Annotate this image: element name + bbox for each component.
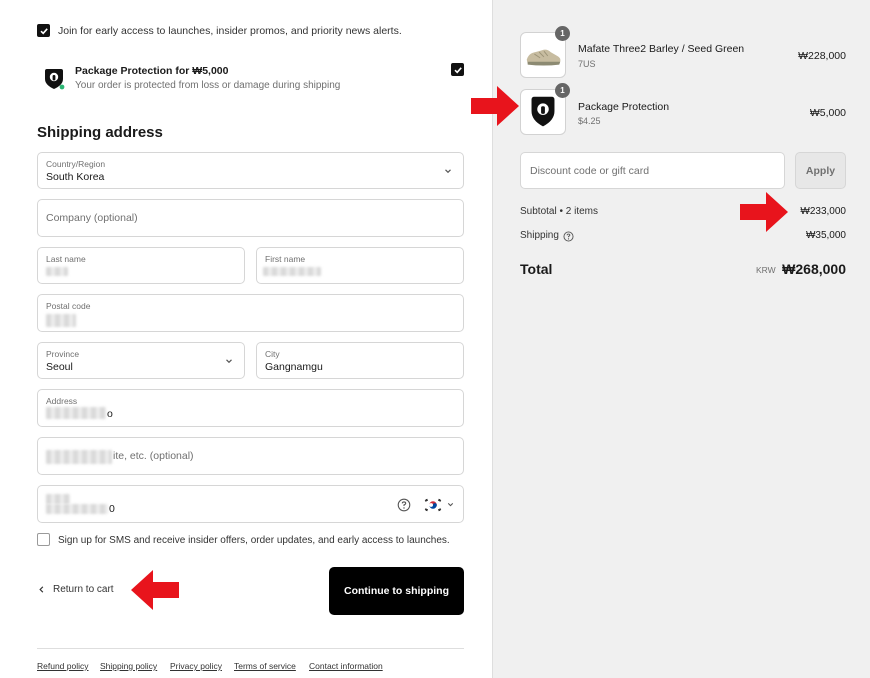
country-value: South Korea bbox=[46, 171, 105, 183]
footer-link-privacy-policy[interactable]: Privacy policy bbox=[170, 661, 222, 671]
redacted-value bbox=[46, 504, 108, 514]
sms-checkbox[interactable] bbox=[37, 533, 50, 546]
chevron-down-icon bbox=[226, 359, 232, 364]
item-price: ₩5,000 bbox=[809, 107, 846, 119]
return-to-cart-label: Return to cart bbox=[53, 584, 114, 595]
discount-placeholder: Discount code or gift card bbox=[530, 165, 650, 177]
city-label: City bbox=[265, 349, 280, 359]
postal-code-input[interactable]: Postal code bbox=[37, 294, 464, 332]
item-name: Mafate Three2 Barley / Seed Green bbox=[578, 43, 745, 55]
chevron-down-icon bbox=[445, 169, 451, 174]
footer-link-terms-of-service[interactable]: Terms of service bbox=[234, 661, 296, 671]
shipping-heading: Shipping address bbox=[37, 124, 163, 141]
newsletter-checkbox[interactable] bbox=[37, 24, 50, 37]
footer-link-shipping-policy[interactable]: Shipping policy bbox=[100, 661, 157, 671]
redacted-value bbox=[46, 494, 70, 504]
subtotal-label: Subtotal • 2 items bbox=[520, 206, 598, 217]
item-variant: 7US bbox=[578, 59, 596, 69]
last-name-input[interactable]: Last name bbox=[37, 247, 245, 284]
redacted-value bbox=[46, 267, 68, 276]
annotation-arrow-left-icon bbox=[131, 570, 179, 610]
subtotal-value: ₩233,000 bbox=[800, 206, 846, 217]
footer-link-contact-information[interactable]: Contact information bbox=[309, 661, 383, 671]
chevron-left-icon bbox=[39, 586, 44, 593]
province-select[interactable]: Province Seoul bbox=[37, 342, 245, 379]
apply-button[interactable]: Apply bbox=[795, 152, 846, 189]
help-circle-icon[interactable] bbox=[563, 231, 574, 242]
protection-checkbox[interactable] bbox=[451, 63, 464, 76]
footer-divider bbox=[37, 648, 464, 649]
currency-code: KRW bbox=[756, 265, 776, 275]
checkout-form-panel: Join for early access to launches, insid… bbox=[0, 0, 492, 678]
city-input[interactable]: City Gangnamgu bbox=[256, 342, 464, 379]
item-name: Package Protection bbox=[578, 101, 670, 113]
protection-title: Package Protection for ₩5,000 bbox=[75, 65, 229, 77]
total-label: Total bbox=[520, 261, 553, 277]
quantity-badge: 1 bbox=[555, 26, 570, 41]
sms-label: Sign up for SMS and receive insider offe… bbox=[58, 535, 450, 546]
shipping-value: ₩35,000 bbox=[805, 230, 846, 241]
apartment-placeholder: ite, etc. (optional) bbox=[113, 450, 194, 462]
address-input[interactable]: Address o bbox=[37, 389, 464, 427]
company-input[interactable]: Company (optional) bbox=[37, 199, 464, 237]
product-thumbnail: 1 bbox=[520, 26, 570, 78]
newsletter-label: Join for early access to launches, insid… bbox=[58, 25, 402, 37]
country-code-select[interactable] bbox=[423, 496, 457, 514]
help-circle-icon[interactable] bbox=[397, 498, 411, 512]
country-label: Country/Region bbox=[46, 159, 106, 169]
total-value: ₩268,000 bbox=[782, 261, 846, 277]
redacted-value bbox=[46, 314, 76, 327]
country-select[interactable]: Country/Region South Korea bbox=[37, 152, 464, 189]
annotation-arrow-right-icon bbox=[740, 192, 788, 232]
korea-flag-icon bbox=[423, 498, 443, 512]
province-label: Province bbox=[46, 349, 80, 359]
annotation-arrow-right-icon bbox=[471, 86, 519, 126]
product-thumbnail: 1 bbox=[520, 83, 570, 135]
last-name-label: Last name bbox=[46, 254, 86, 264]
check-icon bbox=[39, 27, 48, 34]
continue-to-shipping-button[interactable]: Continue to shipping bbox=[329, 567, 464, 615]
company-placeholder: Company (optional) bbox=[46, 212, 138, 224]
phone-input[interactable]: 0 bbox=[37, 485, 464, 523]
discount-code-input[interactable]: Discount code or gift card bbox=[520, 152, 785, 189]
item-variant: $4.25 bbox=[578, 116, 601, 126]
footer-link-refund-policy[interactable]: Refund policy bbox=[37, 661, 89, 671]
redacted-value bbox=[46, 407, 106, 419]
province-value: Seoul bbox=[46, 361, 73, 373]
city-value: Gangnamgu bbox=[265, 361, 323, 373]
first-name-input[interactable]: First name bbox=[256, 247, 464, 284]
first-name-label: First name bbox=[265, 254, 306, 264]
protection-subtitle: Your order is protected from loss or dam… bbox=[75, 80, 341, 91]
phone-value-tail: 0 bbox=[109, 503, 115, 515]
check-icon bbox=[453, 66, 462, 73]
chevron-down-icon bbox=[447, 503, 454, 507]
quantity-badge: 1 bbox=[555, 83, 570, 98]
redacted-value bbox=[46, 450, 112, 464]
apartment-input[interactable]: ite, etc. (optional) bbox=[37, 437, 464, 475]
address-label: Address bbox=[46, 396, 78, 406]
shipping-label: Shipping bbox=[520, 230, 559, 241]
shield-logo-icon bbox=[42, 67, 66, 91]
redacted-value bbox=[263, 267, 321, 276]
address-value-tail: o bbox=[107, 408, 113, 420]
item-price: ₩228,000 bbox=[798, 50, 846, 62]
return-to-cart-link[interactable]: Return to cart bbox=[37, 583, 127, 599]
postal-code-label: Postal code bbox=[46, 301, 91, 311]
